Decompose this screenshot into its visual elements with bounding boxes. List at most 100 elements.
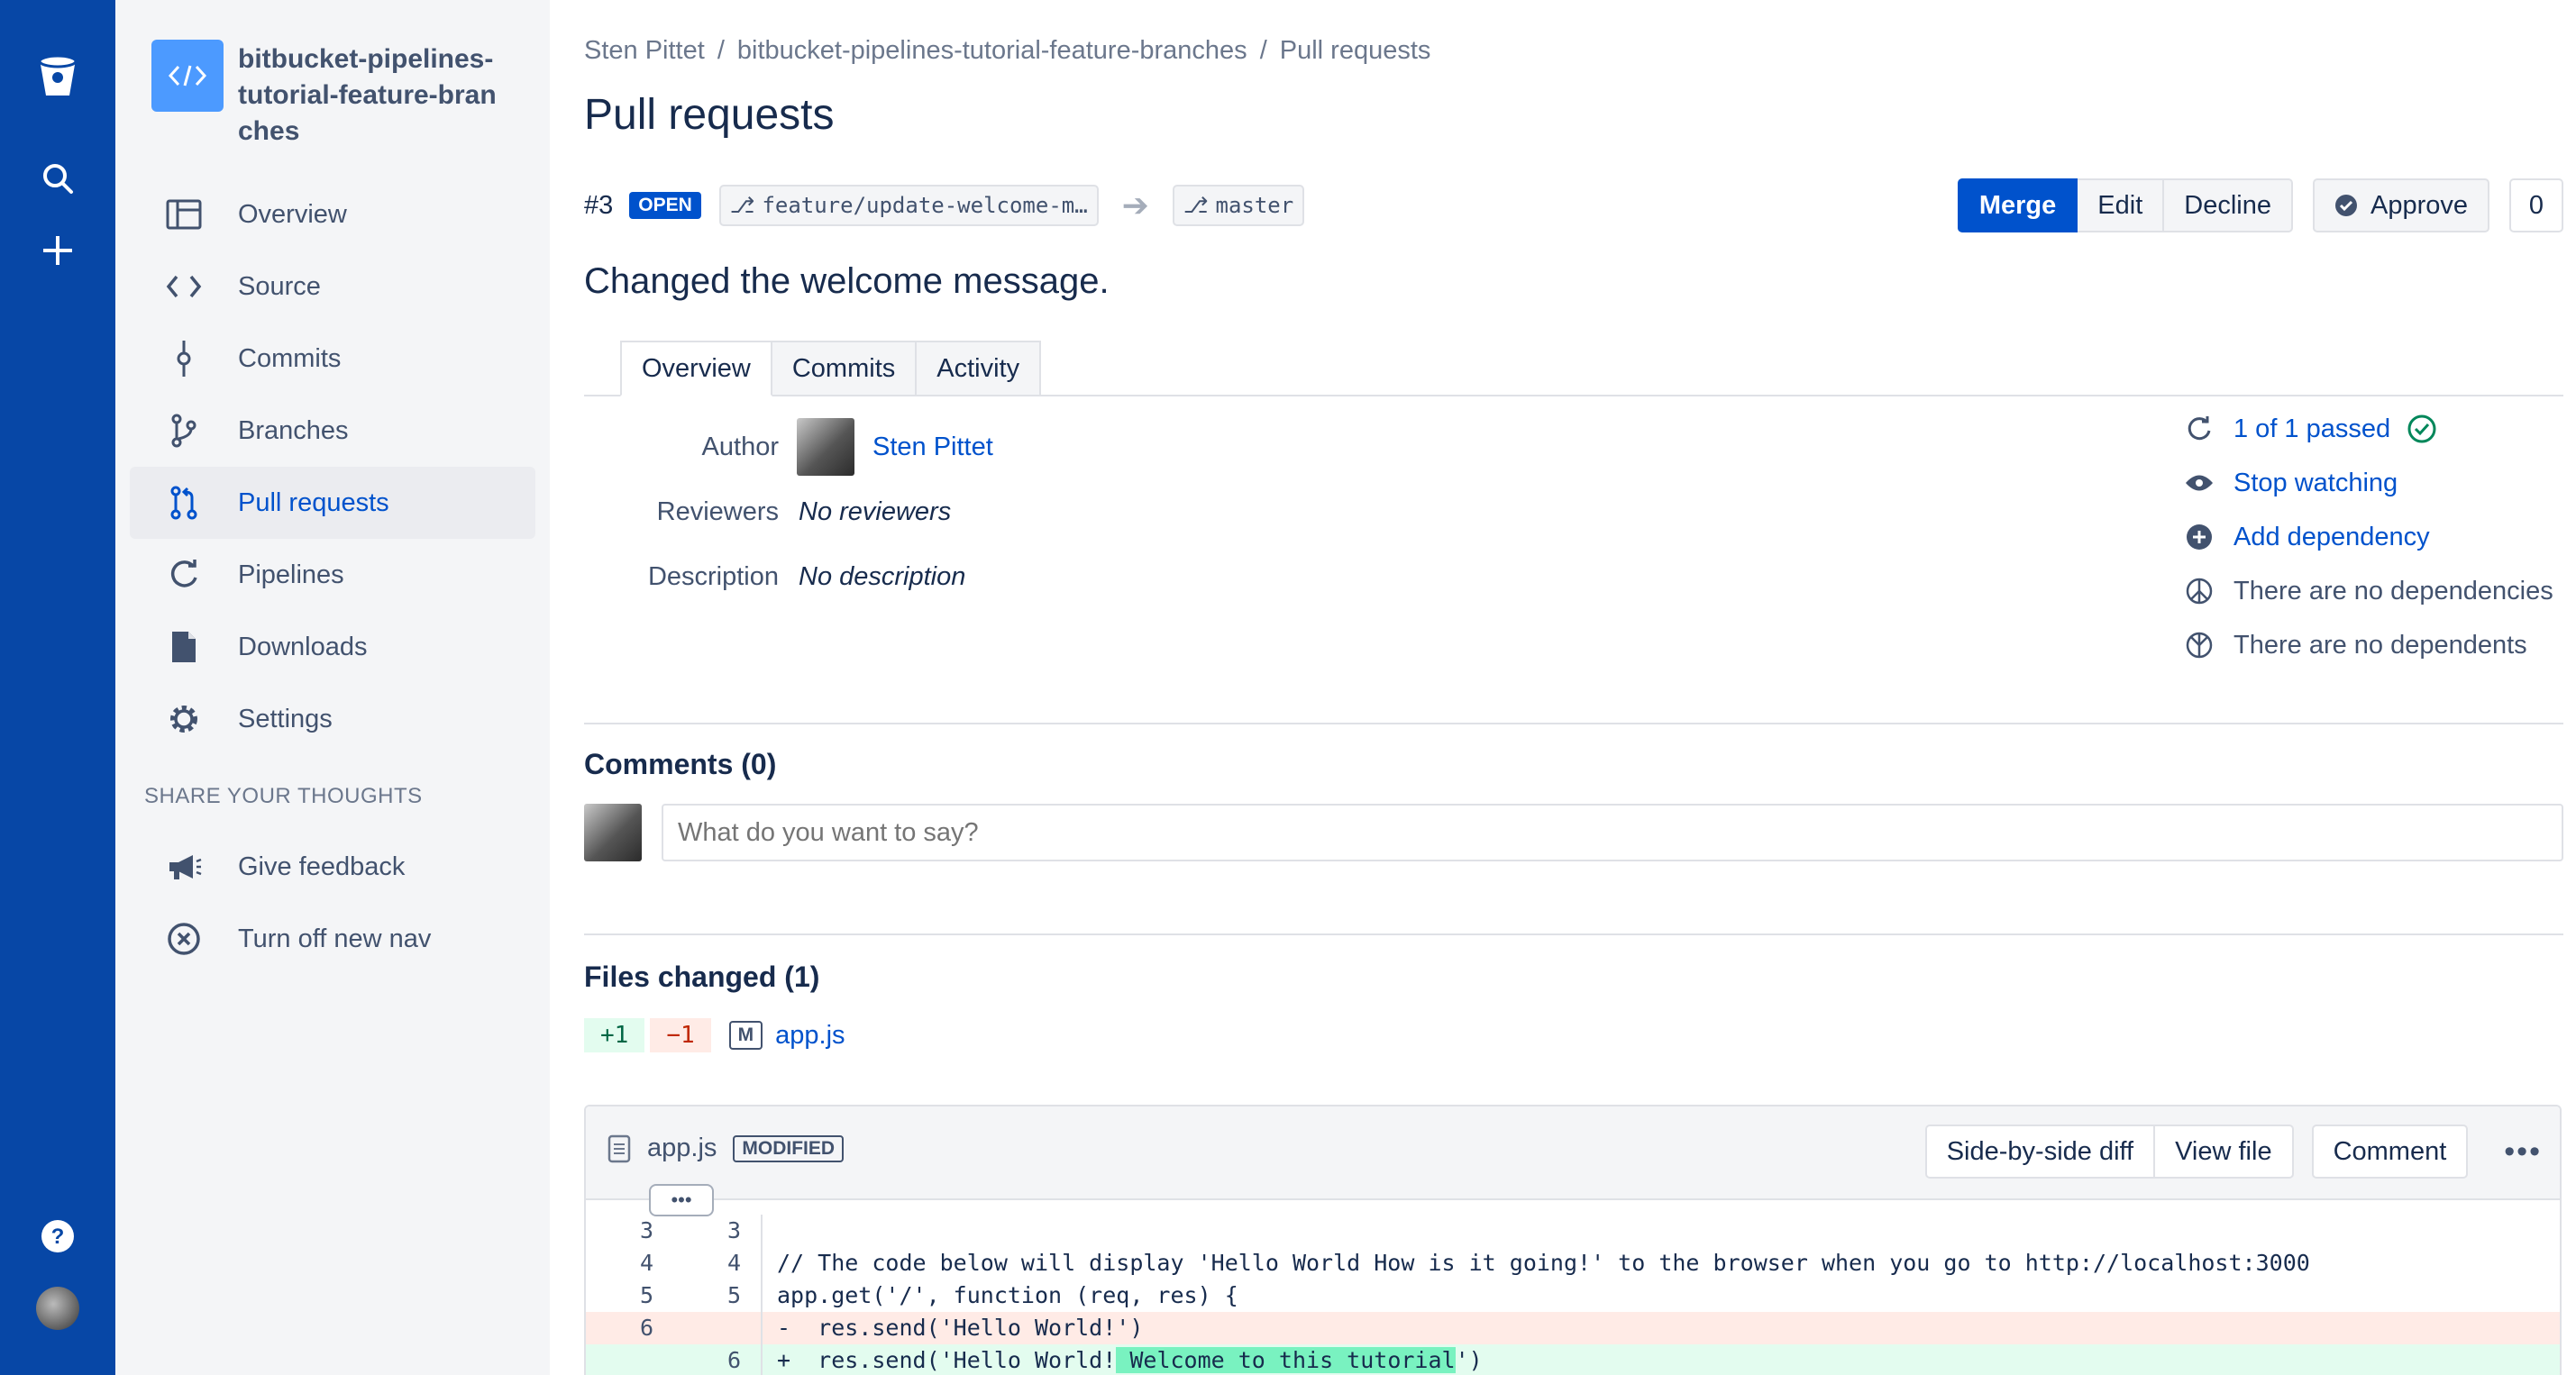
- file-diff: app.js MODIFIED Side-by-side diff View f…: [584, 1105, 2562, 1375]
- breadcrumb-repo[interactable]: bitbucket-pipelines-tutorial-feature-bra…: [737, 36, 1247, 66]
- comment-composer: [584, 804, 2563, 861]
- diff-highlight: Welcome to this tutorial: [1116, 1347, 1456, 1373]
- divider: [584, 933, 2563, 935]
- global-nav: ?: [0, 0, 115, 1375]
- stop-watching-link[interactable]: Stop watching: [2233, 469, 2398, 498]
- build-status[interactable]: 1 of 1 passed: [2183, 413, 2437, 445]
- diff-line: 44 // The code below will display 'Hello…: [586, 1247, 2560, 1279]
- breadcrumb: Sten Pittet / bitbucket-pipelines-tutori…: [584, 36, 1430, 66]
- repo-name: bitbucket-pipelines-tutorial-feature-bra…: [238, 44, 497, 146]
- view-file-button[interactable]: View file: [2155, 1125, 2294, 1179]
- no-dependencies-text: There are no dependencies: [2233, 576, 2553, 606]
- decline-button[interactable]: Decline: [2164, 178, 2293, 232]
- approve-button[interactable]: Approve: [2312, 178, 2489, 232]
- lines-removed-badge: −1: [650, 1018, 711, 1052]
- source-code-icon: [166, 269, 202, 305]
- sidebar-item-label: Source: [238, 271, 321, 301]
- add-dependency-link[interactable]: Add dependency: [2233, 523, 2430, 552]
- comments-title: Comments (0): [584, 748, 777, 780]
- file-icon: [607, 1134, 631, 1163]
- diff-line: 55 app.get('/', function (req, res) {: [586, 1279, 2560, 1312]
- merge-button[interactable]: Merge: [1957, 178, 2078, 232]
- diff-status-badge: MODIFIED: [733, 1134, 845, 1162]
- reviewers-value: No reviewers: [799, 497, 952, 526]
- pr-action-group: Merge Edit Decline: [1957, 178, 2293, 232]
- breadcrumb-user[interactable]: Sten Pittet: [584, 36, 705, 66]
- breadcrumb-separator: /: [717, 36, 725, 65]
- pull-request-icon: [166, 485, 202, 521]
- tab-activity[interactable]: Activity: [917, 341, 1042, 396]
- file-link[interactable]: app.js: [775, 1021, 845, 1051]
- pr-actions: Merge Edit Decline Approve 0: [1957, 178, 2563, 232]
- lines-added-badge: +1: [584, 1018, 645, 1052]
- repo-header[interactable]: bitbucket-pipelines-tutorial-feature-bra…: [151, 40, 530, 150]
- close-circle-icon: [166, 921, 202, 957]
- pr-title: Changed the welcome message.: [584, 261, 1110, 301]
- description-value: No description: [799, 562, 966, 591]
- sidebar-item-label: Branches: [238, 415, 349, 445]
- user-avatar[interactable]: [25, 1276, 90, 1341]
- tab-overview[interactable]: Overview: [620, 341, 772, 396]
- sidebar-item-label: Commits: [238, 343, 342, 373]
- sidebar-item-pull-requests[interactable]: Pull requests: [130, 467, 535, 539]
- reviewers-label: Reviewers: [656, 497, 779, 526]
- dependency-icon: [2183, 575, 2215, 607]
- current-user-avatar: [584, 804, 642, 861]
- author-link[interactable]: Sten Pittet: [872, 433, 993, 462]
- branch-icon: ⎇: [1183, 193, 1209, 218]
- sidebar-section-title: SHARE YOUR THOUGHTS: [144, 784, 423, 808]
- sidebar-item-pipelines[interactable]: Pipelines: [130, 539, 535, 611]
- sidebar-item-downloads[interactable]: Downloads: [130, 611, 535, 683]
- bitbucket-logo-icon[interactable]: [25, 45, 90, 110]
- sidebar-item-branches[interactable]: Branches: [130, 395, 535, 467]
- diff-line-removed: 6 - res.send('Hello World!'): [586, 1312, 2560, 1344]
- comment-input[interactable]: [662, 804, 2563, 861]
- tab-commits[interactable]: Commits: [772, 341, 918, 396]
- sidebar-item-settings[interactable]: Settings: [130, 683, 535, 755]
- expand-context-button[interactable]: •••: [649, 1184, 714, 1216]
- check-circle-success-icon: [2407, 414, 2437, 444]
- help-icon[interactable]: ?: [25, 1204, 90, 1269]
- sidebar-item-overview[interactable]: Overview: [130, 178, 535, 250]
- target-branch[interactable]: ⎇ master: [1172, 185, 1305, 226]
- author-avatar[interactable]: [797, 418, 854, 476]
- create-plus-icon[interactable]: [25, 218, 90, 283]
- diff-line-added: 6 + res.send('Hello World! Welcome to th…: [586, 1344, 2560, 1375]
- sidebar-item-label: Overview: [238, 199, 347, 229]
- project-sidebar: bitbucket-pipelines-tutorial-feature-bra…: [115, 0, 550, 1375]
- comment-button[interactable]: Comment: [2311, 1125, 2469, 1179]
- eye-icon: [2183, 467, 2215, 499]
- branch-icon: ⎇: [729, 193, 755, 218]
- sidebar-item-commits[interactable]: Commits: [130, 323, 535, 395]
- breadcrumb-page[interactable]: Pull requests: [1280, 36, 1431, 66]
- pipelines-icon: [2183, 413, 2215, 445]
- sidebar-item-label: Downloads: [238, 632, 368, 661]
- pr-tabs: Overview Commits Activity: [584, 341, 2563, 396]
- more-options-icon[interactable]: •••: [2504, 1134, 2542, 1170]
- approve-count: 0: [2509, 178, 2563, 232]
- pr-id: #3: [584, 190, 614, 220]
- sidebar-item-label: Turn off new nav: [238, 924, 432, 953]
- side-by-side-diff-button[interactable]: Side-by-side diff: [1924, 1125, 2156, 1179]
- build-status-link[interactable]: 1 of 1 passed: [2233, 414, 2390, 444]
- watch-toggle[interactable]: Stop watching: [2183, 467, 2398, 499]
- sidebar-item-label: Pipelines: [238, 560, 344, 589]
- sidebar-item-give-feedback[interactable]: Give feedback: [130, 831, 535, 903]
- no-dependents-text: There are no dependents: [2233, 630, 2527, 660]
- pr-header-row: #3 OPEN ⎇ feature/update-welcome-m… ➔ ⎇ …: [584, 178, 1305, 232]
- search-icon[interactable]: [25, 146, 90, 211]
- author-label: Author: [701, 432, 779, 461]
- sidebar-item-turn-off-new-nav[interactable]: Turn off new nav: [130, 903, 535, 975]
- sidebar-item-source[interactable]: Source: [130, 250, 535, 323]
- svg-text:?: ?: [51, 1225, 65, 1249]
- add-dependency[interactable]: Add dependency: [2183, 521, 2430, 553]
- downloads-icon: [166, 629, 202, 665]
- file-summary-row: +1 −1 M app.js: [584, 1018, 845, 1052]
- sidebar-item-label: Give feedback: [238, 851, 406, 881]
- source-branch[interactable]: ⎇ feature/update-welcome-m…: [718, 185, 1099, 226]
- diff-header: app.js MODIFIED Side-by-side diff View f…: [586, 1106, 2560, 1200]
- dependents-status: There are no dependents: [2183, 629, 2527, 661]
- edit-button[interactable]: Edit: [2078, 178, 2165, 232]
- source-branch-name: feature/update-welcome-m…: [762, 193, 1088, 218]
- overview-icon: [166, 196, 202, 232]
